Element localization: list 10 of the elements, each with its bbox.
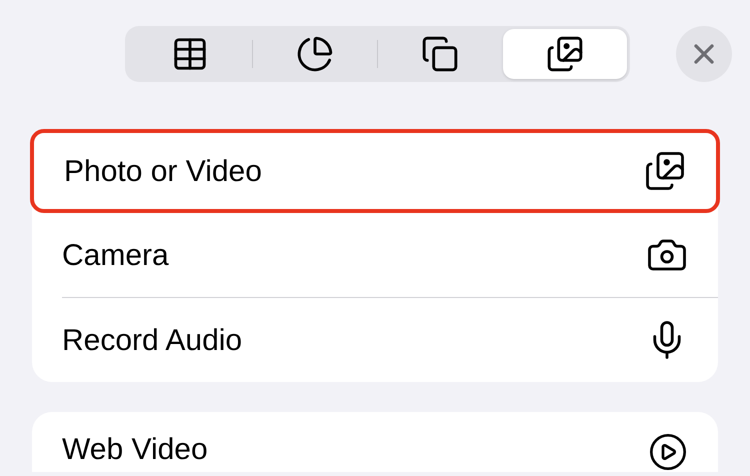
shapes-icon <box>421 35 459 73</box>
play-icon <box>648 432 688 472</box>
segment-tab[interactable] <box>503 29 627 79</box>
menu-item[interactable]: Photo or Video <box>30 129 720 213</box>
menu-item[interactable]: Web Video <box>32 412 718 472</box>
menu-item[interactable]: Camera <box>32 213 718 297</box>
media-icon <box>546 35 584 73</box>
photos-icon <box>644 150 686 192</box>
menu-item[interactable]: Record Audio <box>32 298 718 382</box>
pie-chart-icon <box>296 35 334 73</box>
